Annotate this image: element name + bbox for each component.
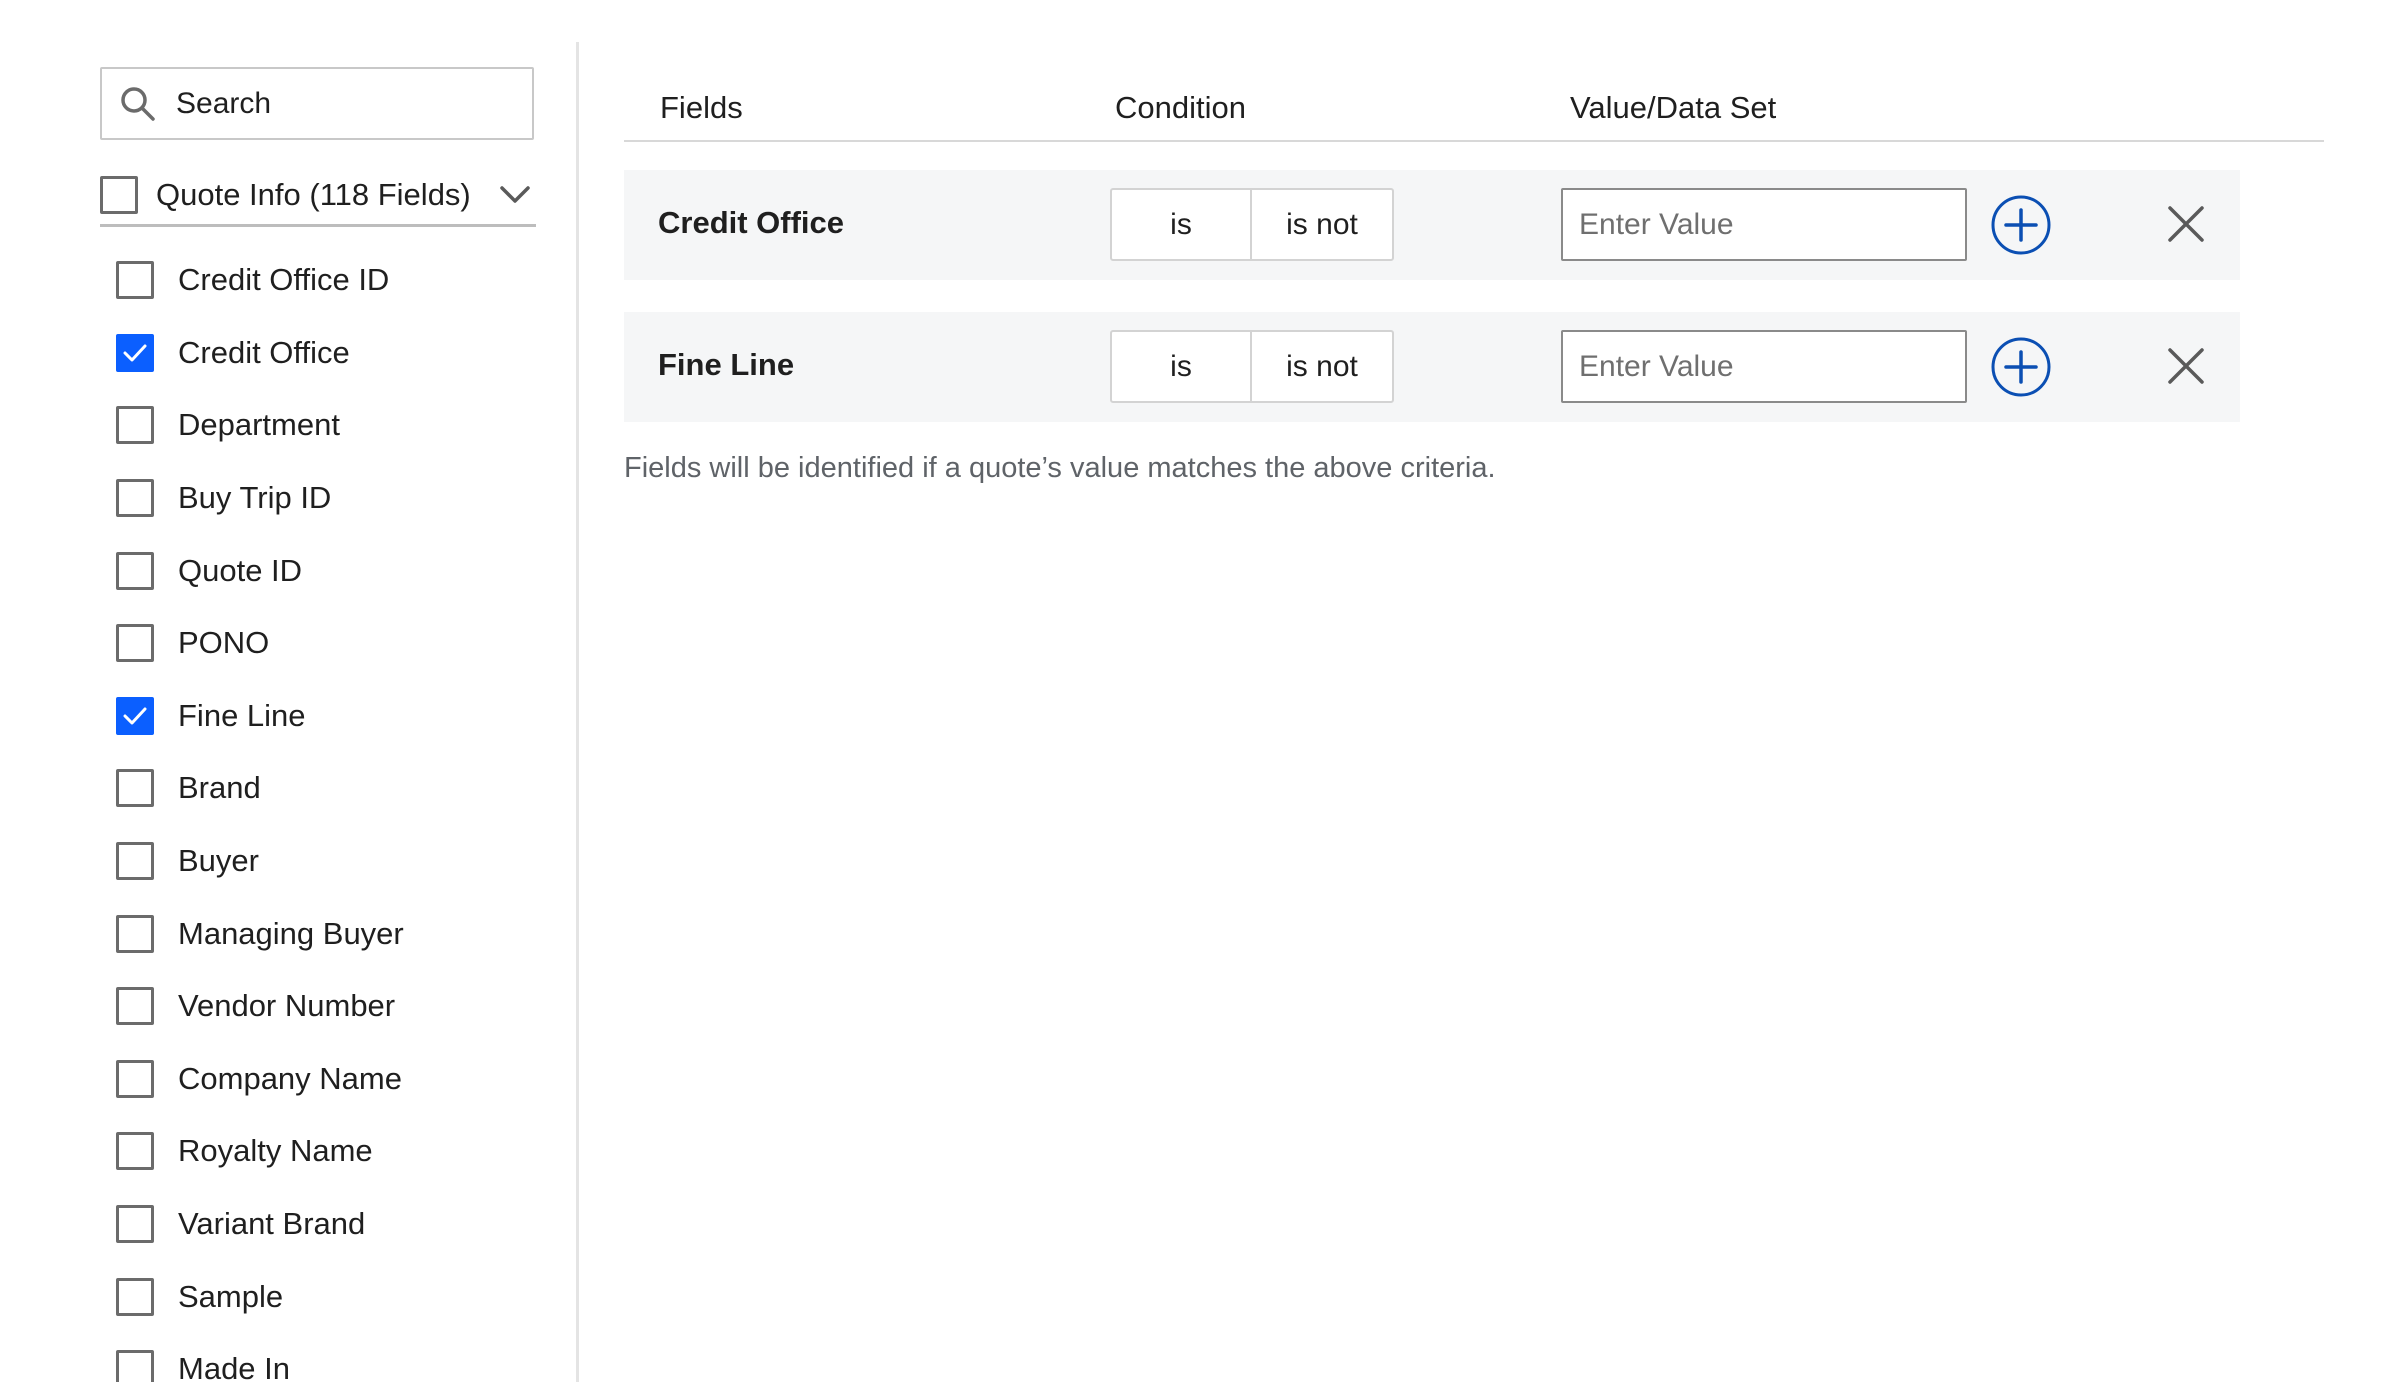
field-list-item[interactable]: Buyer xyxy=(116,825,556,898)
field-checkbox[interactable] xyxy=(116,696,154,735)
group-header-quote-info[interactable]: Quote Info (118 Fields) xyxy=(100,166,534,224)
field-list-item[interactable]: Brand xyxy=(116,752,556,825)
field-label: Sample xyxy=(178,1278,284,1314)
field-list-item[interactable]: Sample xyxy=(116,1260,556,1333)
field-label: Buy Trip ID xyxy=(178,480,332,516)
field-checkbox[interactable] xyxy=(116,842,154,881)
column-header-condition: Condition xyxy=(1115,90,1246,125)
group-label: Quote Info (118 Fields) xyxy=(156,177,471,212)
check-icon xyxy=(123,707,147,725)
condition-is-not-button[interactable]: is not xyxy=(1252,332,1392,401)
field-label: PONO xyxy=(178,625,270,661)
field-label: Credit Office ID xyxy=(178,262,390,298)
condition-is-button[interactable]: is xyxy=(1112,190,1252,259)
group-divider xyxy=(100,224,536,227)
query-builder: Quote Info (118 Fields) Credit Office ID… xyxy=(0,0,2402,1382)
field-list: Credit Office ID Credit Office Department B… xyxy=(116,244,556,1382)
group-checkbox[interactable] xyxy=(100,176,138,214)
field-checkbox[interactable] xyxy=(116,1350,154,1382)
field-label: Vendor Number xyxy=(178,988,396,1024)
value-input[interactable] xyxy=(1561,188,1967,261)
field-picker-panel: Quote Info (118 Fields) Credit Office ID… xyxy=(0,0,578,1382)
field-label: Quote ID xyxy=(178,552,303,588)
field-list-item[interactable]: Made In xyxy=(116,1333,556,1382)
condition-is-button[interactable]: is xyxy=(1112,332,1252,401)
panel-divider xyxy=(576,42,579,1382)
field-label: Buyer xyxy=(178,843,259,879)
field-list-item[interactable]: Fine Line xyxy=(116,680,556,753)
field-label: Fine Line xyxy=(178,697,306,733)
search-icon xyxy=(121,86,155,121)
criteria-field-name: Credit Office xyxy=(658,205,845,240)
close-icon[interactable] xyxy=(2162,200,2210,248)
field-checkbox[interactable] xyxy=(116,1132,154,1171)
field-list-item[interactable]: Credit Office ID xyxy=(116,244,556,317)
field-checkbox[interactable] xyxy=(116,333,154,372)
field-label: Credit Office xyxy=(178,334,350,370)
field-checkbox[interactable] xyxy=(116,1277,154,1316)
close-icon[interactable] xyxy=(2162,342,2210,390)
field-list-item[interactable]: Variant Brand xyxy=(116,1188,556,1261)
field-checkbox[interactable] xyxy=(116,551,154,590)
field-checkbox[interactable] xyxy=(116,769,154,808)
plus-circle-icon[interactable] xyxy=(1990,194,2052,256)
field-list-item[interactable]: Company Name xyxy=(116,1043,556,1116)
helper-text: Fields will be identified if a quote’s v… xyxy=(624,452,1496,484)
search-input[interactable] xyxy=(176,86,516,121)
field-list-item[interactable]: Quote ID xyxy=(116,534,556,607)
field-list-item[interactable]: PONO xyxy=(116,607,556,680)
field-list-item[interactable]: Managing Buyer xyxy=(116,897,556,970)
field-list-item[interactable]: Department xyxy=(116,389,556,462)
field-list-item[interactable]: Buy Trip ID xyxy=(116,462,556,535)
column-header-fields: Fields xyxy=(660,90,743,125)
condition-toggle: is is not xyxy=(1110,188,1394,261)
field-checkbox[interactable] xyxy=(116,479,154,518)
criteria-column-headers: Fields Condition Value/Data Set xyxy=(624,84,2324,142)
field-label: Company Name xyxy=(178,1060,402,1096)
criteria-row: Credit Office is is not xyxy=(624,170,2240,280)
field-checkbox[interactable] xyxy=(116,1205,154,1244)
field-checkbox[interactable] xyxy=(116,624,154,663)
field-checkbox[interactable] xyxy=(116,261,154,300)
field-checkbox[interactable] xyxy=(116,987,154,1026)
condition-is-not-button[interactable]: is not xyxy=(1252,190,1392,259)
value-input[interactable] xyxy=(1561,330,1967,403)
field-label: Managing Buyer xyxy=(178,915,404,951)
field-label: Brand xyxy=(178,770,261,806)
field-label: Department xyxy=(178,407,340,443)
field-checkbox[interactable] xyxy=(116,406,154,445)
field-label: Royalty Name xyxy=(178,1133,373,1169)
field-list-item[interactable]: Royalty Name xyxy=(116,1115,556,1188)
field-checkbox[interactable] xyxy=(116,914,154,953)
field-label: Variant Brand xyxy=(178,1206,366,1242)
field-checkbox[interactable] xyxy=(116,1059,154,1098)
column-header-value: Value/Data Set xyxy=(1570,90,1777,125)
field-list-item[interactable]: Credit Office xyxy=(116,317,556,390)
criteria-row: Fine Line is is not xyxy=(624,312,2240,422)
plus-circle-icon[interactable] xyxy=(1990,336,2052,398)
check-icon xyxy=(123,344,147,362)
chevron-down-icon[interactable] xyxy=(496,176,534,214)
field-label: Made In xyxy=(178,1351,291,1382)
criteria-field-name: Fine Line xyxy=(658,347,795,382)
condition-toggle: is is not xyxy=(1110,330,1394,403)
search-box[interactable] xyxy=(100,67,534,140)
field-list-item[interactable]: Vendor Number xyxy=(116,970,556,1043)
